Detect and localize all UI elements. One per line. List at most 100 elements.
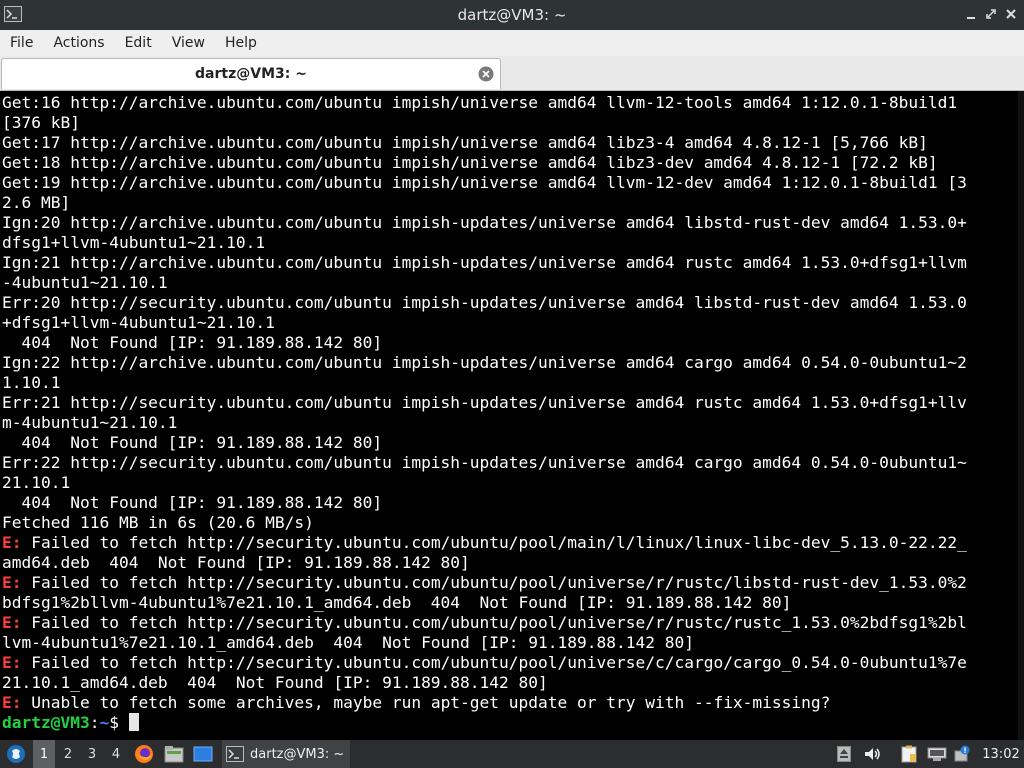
terminal-output[interactable]: Get:16 http://archive.ubuntu.com/ubuntu …: [0, 91, 1024, 740]
menu-bar: File Actions Edit View Help: [0, 30, 1024, 56]
menu-help[interactable]: Help: [215, 30, 267, 56]
prompt-separator: :: [89, 713, 100, 732]
update-notifier-icon[interactable]: [953, 740, 973, 768]
terminal-line: E: Failed to fetch http://security.ubunt…: [2, 653, 1024, 673]
restore-icon[interactable]: [983, 6, 999, 22]
terminal-line: Get:19 http://archive.ubuntu.com/ubuntu …: [2, 173, 1024, 193]
terminal-line-text: 404 Not Found [IP: 91.189.88.142 80]: [2, 433, 383, 452]
terminal-line: E: Failed to fetch http://security.ubunt…: [2, 533, 1024, 553]
terminal-line: E: Failed to fetch http://security.ubunt…: [2, 613, 1024, 633]
terminal-line: 404 Not Found [IP: 91.189.88.142 80]: [2, 333, 1024, 353]
terminal-line-text: [376 kB]: [2, 113, 80, 132]
error-prefix: E:: [2, 533, 22, 552]
terminal-line-text: 404 Not Found [IP: 91.189.88.142 80]: [2, 333, 383, 352]
terminal-line: 2.6 MB]: [2, 193, 1024, 213]
terminal-line: 21.10.1_amd64.deb 404 Not Found [IP: 91.…: [2, 673, 1024, 693]
terminal-line: Err:21 http://security.ubuntu.com/ubuntu…: [2, 393, 1024, 413]
terminal-line: lvm-4ubuntu1%7e21.10.1_amd64.deb 404 Not…: [2, 633, 1024, 653]
terminal-line-text: 1.10.1: [2, 373, 61, 392]
workspace-3[interactable]: 3: [81, 740, 103, 768]
terminal-line: 404 Not Found [IP: 91.189.88.142 80]: [2, 433, 1024, 453]
minimize-icon[interactable]: [963, 6, 979, 22]
terminal-line: E: Unable to fetch some archives, maybe …: [2, 693, 1024, 713]
taskbar: 1 2 3 4 dartz@VM3: ~ 13:02: [0, 740, 1024, 768]
terminal-line-text: Failed to fetch http://security.ubuntu.c…: [21, 533, 967, 552]
terminal-line-text: Get:17 http://archive.ubuntu.com/ubuntu …: [2, 133, 928, 152]
terminal-line-text: Ign:20 http://archive.ubuntu.com/ubuntu …: [2, 213, 967, 232]
tab-label: dartz@VM3: ~: [195, 66, 307, 82]
terminal-line: Get:16 http://archive.ubuntu.com/ubuntu …: [2, 93, 1024, 113]
terminal-line-text: Get:18 http://archive.ubuntu.com/ubuntu …: [2, 153, 938, 172]
terminal-line-text: 404 Not Found [IP: 91.189.88.142 80]: [2, 493, 383, 512]
terminal-line-text: -4ubuntu1~21.10.1: [2, 273, 168, 292]
terminal-line: Err:20 http://security.ubuntu.com/ubuntu…: [2, 293, 1024, 313]
taskbar-terminal-task[interactable]: dartz@VM3: ~: [222, 740, 350, 768]
terminal-line: +dfsg1+llvm-4ubuntu1~21.10.1: [2, 313, 1024, 333]
terminal-line: 21.10.1: [2, 473, 1024, 493]
menu-edit[interactable]: Edit: [115, 30, 162, 56]
close-window-icon[interactable]: [1003, 6, 1019, 22]
terminal-line-text: Fetched 116 MB in 6s (20.6 MB/s): [2, 513, 314, 532]
terminal-window: dartz@VM3: ~ File Actions Edit View Help…: [0, 0, 1024, 740]
terminal-line: E: Failed to fetch http://security.ubunt…: [2, 573, 1024, 593]
task-label: dartz@VM3: ~: [250, 746, 345, 762]
workspace-4[interactable]: 4: [105, 740, 127, 768]
menu-view[interactable]: View: [162, 30, 215, 56]
terminal-line-text: 21.10.1: [2, 473, 71, 492]
workspace-2[interactable]: 2: [57, 740, 79, 768]
terminal-scrollbar[interactable]: [1018, 91, 1024, 740]
show-desktop-icon[interactable]: [191, 740, 215, 768]
terminal-line: Err:22 http://security.ubuntu.com/ubuntu…: [2, 453, 1024, 473]
terminal-line-text: 2.6 MB]: [2, 193, 71, 212]
terminal-line-text: Get:16 http://archive.ubuntu.com/ubuntu …: [2, 93, 958, 112]
terminal-line-text: Err:20 http://security.ubuntu.com/ubuntu…: [2, 293, 967, 312]
title-bar[interactable]: dartz@VM3: ~: [0, 0, 1024, 30]
menu-file[interactable]: File: [0, 30, 43, 56]
terminal-line: Ign:21 http://archive.ubuntu.com/ubuntu …: [2, 253, 1024, 273]
window-title: dartz@VM3: ~: [457, 6, 567, 24]
prompt-symbol: $: [109, 713, 129, 732]
terminal-line-text: dfsg1+llvm-4ubuntu1~21.10.1: [2, 233, 266, 252]
terminal-line-text: m-4ubuntu1~21.10.1: [2, 413, 178, 432]
error-prefix: E:: [2, 653, 22, 672]
workspace-1[interactable]: 1: [33, 740, 55, 768]
prompt-user-host: dartz@VM3: [2, 713, 90, 732]
firefox-icon[interactable]: [132, 740, 156, 768]
terminal-line-text: Failed to fetch http://security.ubuntu.c…: [21, 573, 967, 592]
menu-actions[interactable]: Actions: [43, 30, 114, 56]
terminal-line: -4ubuntu1~21.10.1: [2, 273, 1024, 293]
terminal-line-text: lvm-4ubuntu1%7e21.10.1_amd64.deb 404 Not…: [2, 633, 694, 652]
terminal-line: Get:17 http://archive.ubuntu.com/ubuntu …: [2, 133, 1024, 153]
terminal-line: amd64.deb 404 Not Found [IP: 91.189.88.1…: [2, 553, 1024, 573]
terminal-line-text: bdfsg1%2bllvm-4ubuntu1%7e21.10.1_amd64.d…: [2, 593, 792, 612]
close-tab-icon[interactable]: [478, 66, 494, 82]
terminal-line-text: 21.10.1_amd64.deb 404 Not Found [IP: 91.…: [2, 673, 548, 692]
terminal-line-text: Err:22 http://security.ubuntu.com/ubuntu…: [2, 453, 967, 472]
terminal-line-text: Failed to fetch http://security.ubuntu.c…: [21, 613, 967, 632]
clock[interactable]: 13:02: [980, 740, 1022, 768]
terminal-line: m-4ubuntu1~21.10.1: [2, 413, 1024, 433]
terminal-line: dfsg1+llvm-4ubuntu1~21.10.1: [2, 233, 1024, 253]
terminal-line: 1.10.1: [2, 373, 1024, 393]
text-cursor: [128, 713, 139, 731]
start-menu-icon[interactable]: [4, 740, 28, 768]
terminal-line-text: Ign:21 http://archive.ubuntu.com/ubuntu …: [2, 253, 967, 272]
volume-icon[interactable]: [862, 740, 882, 768]
terminal-line-text: amd64.deb 404 Not Found [IP: 91.189.88.1…: [2, 553, 470, 572]
terminal-line-text: Err:21 http://security.ubuntu.com/ubuntu…: [2, 393, 967, 412]
network-icon[interactable]: [925, 740, 949, 768]
terminal-line: bdfsg1%2bllvm-4ubuntu1%7e21.10.1_amd64.d…: [2, 593, 1024, 613]
tab-terminal[interactable]: dartz@VM3: ~: [1, 58, 501, 89]
eject-icon[interactable]: [835, 740, 853, 768]
file-manager-icon[interactable]: [162, 740, 186, 768]
terminal-line-text: Unable to fetch some archives, maybe run…: [21, 693, 831, 712]
terminal-line: Get:18 http://archive.ubuntu.com/ubuntu …: [2, 153, 1024, 173]
prompt-line[interactable]: dartz@VM3:~$: [2, 713, 1024, 733]
terminal-line-text: Ign:22 http://archive.ubuntu.com/ubuntu …: [2, 353, 967, 372]
error-prefix: E:: [2, 693, 22, 712]
terminal-line: Fetched 116 MB in 6s (20.6 MB/s): [2, 513, 1024, 533]
clipboard-icon[interactable]: [899, 740, 919, 768]
tab-bar: dartz@VM3: ~: [0, 56, 1024, 91]
terminal-line: [376 kB]: [2, 113, 1024, 133]
terminal-line: Ign:22 http://archive.ubuntu.com/ubuntu …: [2, 353, 1024, 373]
